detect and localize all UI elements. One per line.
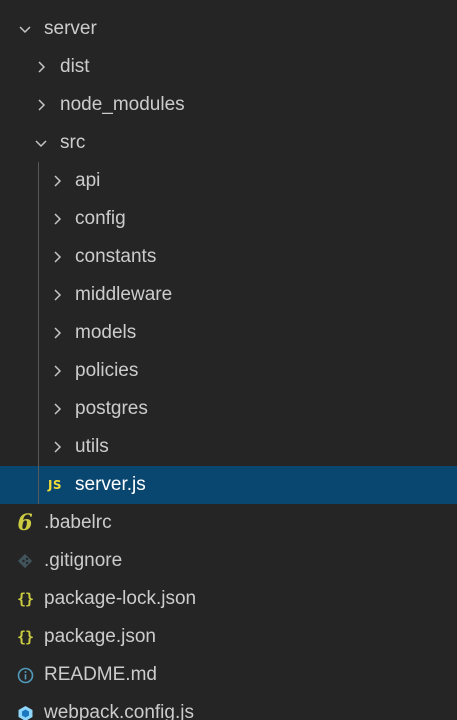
- indent-guide: [38, 428, 39, 466]
- folder-config[interactable]: config: [0, 200, 457, 238]
- chevron-right-icon: [46, 162, 68, 200]
- folder-label: middleware: [75, 284, 173, 305]
- folder-label: models: [75, 322, 137, 343]
- json-badge: {}: [16, 628, 34, 646]
- folder-label: config: [75, 208, 126, 229]
- chevron-right-icon: [46, 238, 68, 276]
- file-label: .babelrc: [44, 512, 112, 533]
- folder-dist[interactable]: dist: [0, 48, 457, 86]
- indent-guide: [38, 352, 39, 390]
- file-explorer: server dist node_modules src api config …: [0, 0, 457, 720]
- file-label: webpack.config.js: [44, 702, 194, 720]
- folder-server[interactable]: server: [0, 10, 457, 48]
- chevron-right-icon: [46, 428, 68, 466]
- folder-middleware[interactable]: middleware: [0, 276, 457, 314]
- folder-label: utils: [75, 436, 109, 457]
- file-package-lock-json[interactable]: {} package-lock.json: [0, 580, 457, 618]
- webpack-icon: [14, 694, 36, 720]
- file-package-json[interactable]: {} package.json: [0, 618, 457, 656]
- chevron-right-icon: [46, 352, 68, 390]
- chevron-right-icon: [46, 276, 68, 314]
- chevron-down-icon: [30, 124, 52, 162]
- file-label: .gitignore: [44, 550, 123, 571]
- folder-label: constants: [75, 246, 157, 267]
- indent-guide: [38, 314, 39, 352]
- info-icon: [14, 656, 36, 694]
- json-file-icon: {}: [14, 580, 36, 618]
- folder-utils[interactable]: utils: [0, 428, 457, 466]
- folder-label: policies: [75, 360, 139, 381]
- file-label: README.md: [44, 664, 157, 685]
- file-babelrc[interactable]: 6 .babelrc: [0, 504, 457, 542]
- indent-guide: [38, 162, 39, 200]
- folder-label: api: [75, 170, 101, 191]
- babel-badge: 6: [17, 510, 33, 536]
- folder-label: dist: [60, 56, 90, 77]
- git-file-icon: [14, 542, 36, 580]
- chevron-right-icon: [30, 86, 52, 124]
- folder-constants[interactable]: constants: [0, 238, 457, 276]
- indent-guide: [38, 466, 39, 504]
- folder-src[interactable]: src: [0, 124, 457, 162]
- file-label: package.json: [44, 626, 156, 647]
- folder-api[interactable]: api: [0, 162, 457, 200]
- chevron-right-icon: [46, 390, 68, 428]
- file-label: server.js: [75, 474, 146, 495]
- folder-label: src: [60, 132, 86, 153]
- folder-models[interactable]: models: [0, 314, 457, 352]
- indent-guide: [38, 276, 39, 314]
- file-label: package-lock.json: [44, 588, 197, 609]
- file-server-js[interactable]: JS server.js: [0, 466, 457, 504]
- folder-label: server: [44, 18, 97, 39]
- folder-label: node_modules: [60, 94, 185, 115]
- chevron-right-icon: [46, 314, 68, 352]
- folder-label: postgres: [75, 398, 148, 419]
- folder-policies[interactable]: policies: [0, 352, 457, 390]
- chevron-right-icon: [30, 48, 52, 86]
- folder-node-modules[interactable]: node_modules: [0, 86, 457, 124]
- js-badge: JS: [47, 478, 63, 492]
- chevron-down-icon: [14, 10, 36, 48]
- file-webpack-config-js[interactable]: webpack.config.js: [0, 694, 457, 720]
- chevron-right-icon: [46, 200, 68, 238]
- json-badge: {}: [16, 590, 34, 608]
- file-gitignore[interactable]: .gitignore: [0, 542, 457, 580]
- file-readme-md[interactable]: README.md: [0, 656, 457, 694]
- folder-postgres[interactable]: postgres: [0, 390, 457, 428]
- js-file-icon: JS: [44, 466, 66, 504]
- babel-file-icon: 6: [14, 504, 36, 542]
- indent-guide: [38, 238, 39, 276]
- json-file-icon: {}: [14, 618, 36, 656]
- indent-guide: [38, 390, 39, 428]
- indent-guide: [38, 200, 39, 238]
